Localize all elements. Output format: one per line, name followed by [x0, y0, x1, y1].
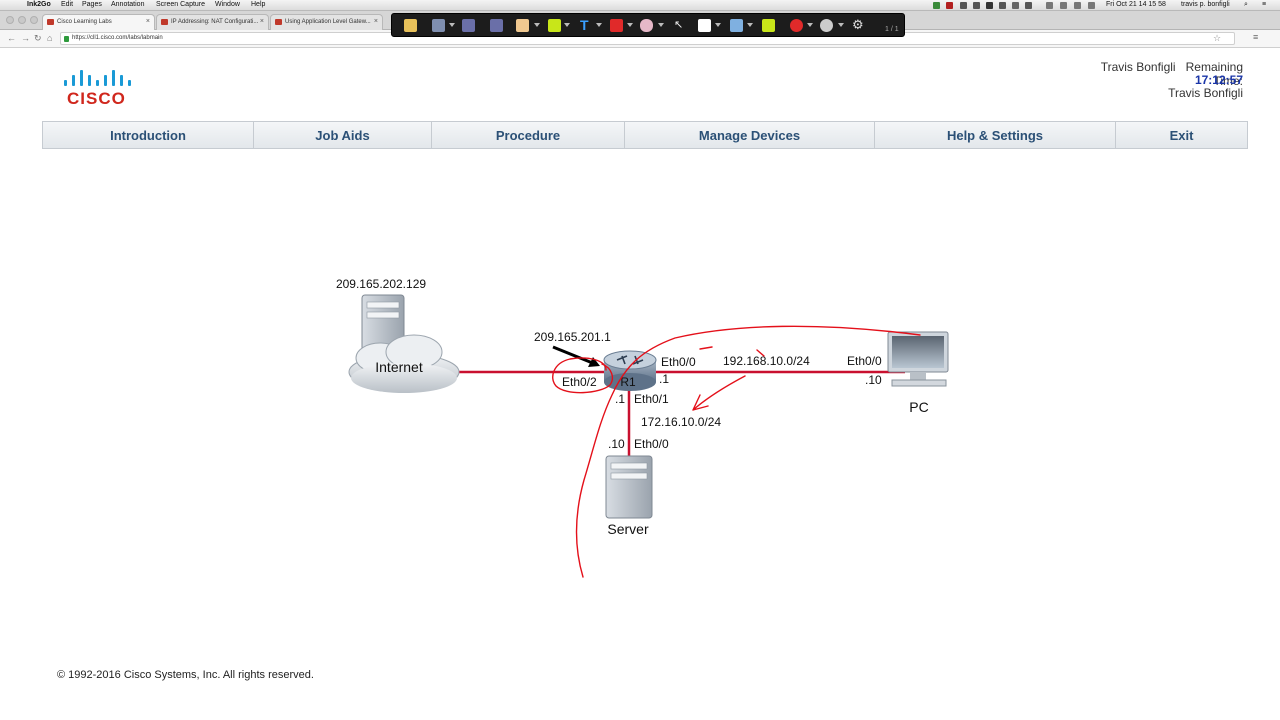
r1-eth0-2-label: Eth0/2 — [562, 375, 597, 389]
server-icon[interactable] — [605, 455, 653, 519]
server-host-label: .10 — [608, 437, 625, 451]
network-links — [455, 370, 905, 456]
r1-eth0-1-host: .1 — [615, 392, 625, 406]
internet-server-ip: 209.165.202.129 — [336, 277, 426, 291]
r1-outside-ip: 209.165.201.1 — [534, 330, 611, 344]
router-name: R1 — [620, 375, 636, 389]
internet-label: Internet — [375, 359, 423, 375]
pc-iface-label: Eth0/0 — [847, 354, 882, 368]
r1-eth0-0-label: Eth0/0 — [661, 355, 696, 369]
server-label: Server — [607, 521, 649, 537]
copyright-footer: © 1992-2016 Cisco Systems, Inc. All righ… — [57, 669, 314, 681]
pc-lan-subnet: 192.168.10.0/24 — [723, 354, 810, 368]
r1-eth0-1-label: Eth0/1 — [634, 392, 669, 406]
r1-eth0-0-host: .1 — [659, 372, 669, 386]
pc-label: PC — [909, 399, 928, 415]
server-iface-label: Eth0/0 — [634, 437, 669, 451]
pc-host-label: .10 — [865, 373, 882, 387]
annotation-arrow-to-lan — [692, 375, 746, 411]
pc-icon[interactable] — [887, 331, 949, 387]
network-topology-diagram: 209.165.202.129 Internet 209.165.201.1 R… — [336, 277, 949, 578]
server-lan-subnet: 172.16.10.0/24 — [641, 415, 721, 429]
